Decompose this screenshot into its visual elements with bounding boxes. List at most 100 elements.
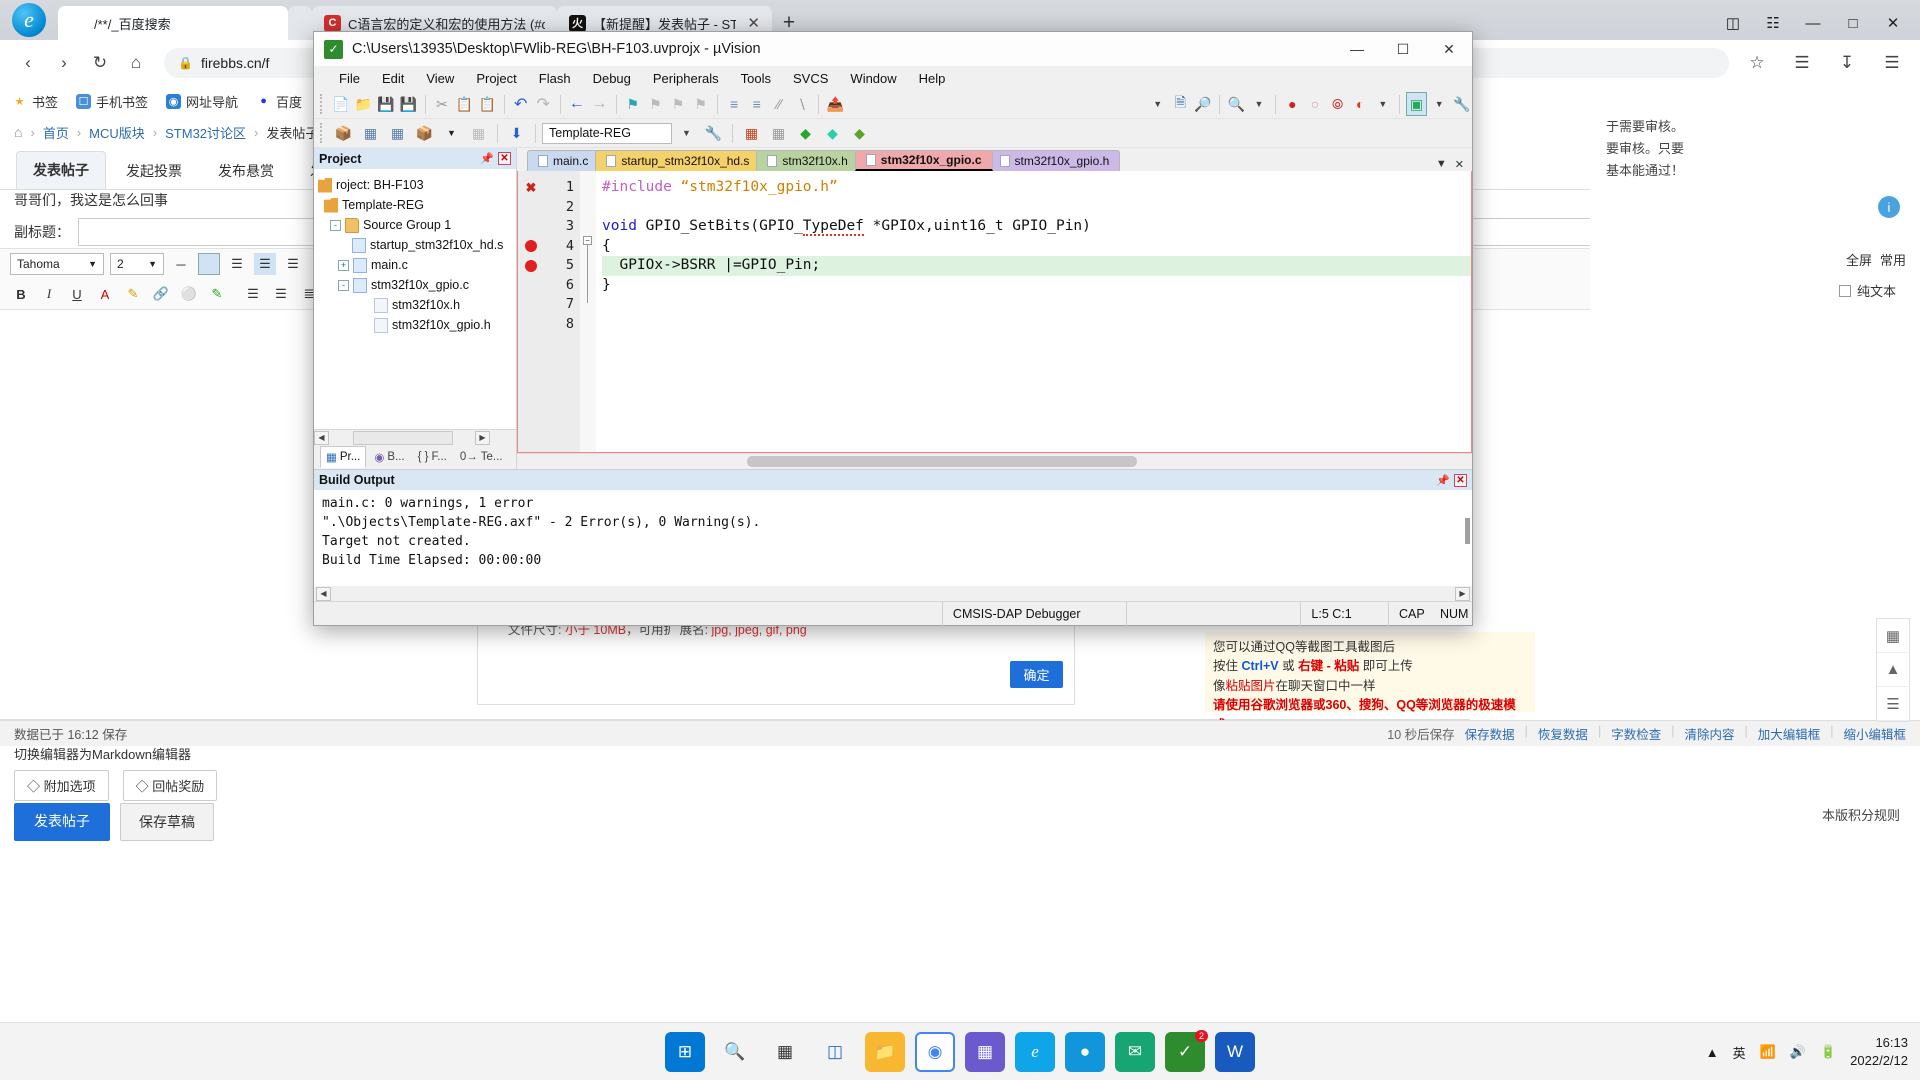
plaintext-checkbox[interactable]: 纯文本 xyxy=(1838,281,1896,300)
scroll-left-icon[interactable]: ◀ xyxy=(316,586,331,601)
split-screen-icon[interactable]: ◫ xyxy=(1720,14,1746,32)
tree-item-startup[interactable]: startup_stm32f10x_hd.s xyxy=(316,235,516,255)
breadcrumb-item-2[interactable]: STM32讨论区 xyxy=(165,123,246,142)
menu-window[interactable]: Window xyxy=(839,71,907,86)
dropdown-icon[interactable]: ▼ xyxy=(1147,92,1168,116)
reload-icon[interactable]: ↻ xyxy=(84,47,116,79)
func-icon[interactable]: ◆ xyxy=(820,121,845,145)
size-select[interactable]: 2 ▼ xyxy=(110,253,164,275)
breakpoint-marker[interactable] xyxy=(518,256,544,276)
breadcrumb-item-0[interactable]: 首页 xyxy=(43,123,69,142)
tab-post[interactable]: 发表帖子 xyxy=(16,151,106,189)
scroll-thumb[interactable] xyxy=(747,456,1137,467)
toolbar-grip[interactable] xyxy=(320,94,324,114)
save-draft-button[interactable]: 保存草稿 xyxy=(120,803,214,841)
confirm-button[interactable]: 确定 xyxy=(1010,661,1063,688)
copy-icon[interactable]: 📋 xyxy=(454,92,475,116)
breakpoint-all-icon[interactable]: ◐ xyxy=(1350,92,1371,116)
browser-tab-0[interactable]: ● /**/_百度搜索 xyxy=(58,6,288,40)
breakpoint-marker[interactable] xyxy=(518,237,544,257)
menu-file[interactable]: File xyxy=(328,71,371,86)
tree-item-gpio-h[interactable]: stm32f10x_gpio.h xyxy=(316,315,516,335)
stop-build-icon[interactable]: ▦ xyxy=(466,121,491,145)
home-icon[interactable]: ⌂ xyxy=(120,47,152,79)
editor-tab-startup[interactable]: startup_stm32f10x_hd.s xyxy=(595,150,761,171)
bookmark-item-3[interactable]: ● 百度 xyxy=(256,92,302,111)
bookmark-item-2[interactable]: ◉ 网址导航 xyxy=(166,92,238,111)
window-close-button[interactable]: ✕ xyxy=(1880,14,1906,32)
breadcrumb-item-1[interactable]: MCU版块 xyxy=(89,123,145,142)
tree-toggle[interactable]: - xyxy=(330,219,341,231)
target-options-icon[interactable]: 🔧 xyxy=(701,121,726,145)
indent-icon[interactable]: ☰ xyxy=(242,283,264,305)
build-hscrollbar[interactable]: ◀ ▶ xyxy=(314,586,1472,601)
window-layout-icon[interactable]: ▣ xyxy=(1405,92,1427,116)
tree-toggle[interactable]: - xyxy=(338,279,349,291)
post-title-value[interactable]: 哥哥们，我这是怎么回事 xyxy=(14,190,168,210)
tree-item-target[interactable]: Template-REG xyxy=(316,195,516,215)
bookmark-item-0[interactable]: ★ 书签 xyxy=(12,92,58,111)
rebuild-icon[interactable]: ▦ xyxy=(358,121,383,145)
info-icon[interactable]: i xyxy=(1878,196,1900,218)
underline-button[interactable]: U xyxy=(66,283,88,305)
extra-options-chip[interactable]: ◇ 附加选项 xyxy=(14,770,109,801)
align-center-icon[interactable]: ☰ xyxy=(254,253,276,275)
bookmark-icon[interactable]: ⚑ xyxy=(622,92,643,116)
file-explorer-button[interactable]: 📁 xyxy=(865,1032,905,1072)
shrink-editor-link[interactable]: 缩小编辑框 xyxy=(1843,724,1906,743)
find-icon[interactable]: 🔍 xyxy=(1226,92,1247,116)
align-left-icon[interactable]: ☰ xyxy=(226,253,248,275)
tab-reward[interactable]: 发布悬赏 xyxy=(202,153,290,189)
scroll-right-icon[interactable]: ▶ xyxy=(1455,586,1470,601)
breakpoint-disable-icon[interactable]: ○ xyxy=(1305,92,1326,116)
menu-edit[interactable]: Edit xyxy=(371,71,415,86)
window-minimize-button[interactable]: — xyxy=(1800,15,1826,32)
qr-icon[interactable]: ▦ xyxy=(1877,619,1909,653)
config-icon[interactable]: 🗎 xyxy=(1170,92,1191,116)
build-output-content[interactable]: main.c: 0 warnings, 1 error ".\Objects\T… xyxy=(314,490,1472,586)
tree-item-gpio-c[interactable]: - stm32f10x_gpio.c xyxy=(316,275,516,295)
menu-peripherals[interactable]: Peripherals xyxy=(642,71,730,86)
hr-icon[interactable]: ─ xyxy=(170,253,192,275)
qq-button[interactable]: ● xyxy=(1065,1032,1105,1072)
text-color-button[interactable]: A xyxy=(94,283,116,305)
fullscreen-toggle[interactable]: 全屏 xyxy=(1846,250,1872,269)
tab-templates[interactable]: 0→ Te... xyxy=(455,448,508,466)
settings-icon[interactable]: 🔧 xyxy=(1452,92,1473,116)
common-toggle[interactable]: 常用 xyxy=(1880,250,1906,269)
comment-icon[interactable]: ∕∕ xyxy=(769,92,790,116)
wifi-icon[interactable]: 📶 xyxy=(1760,1044,1776,1060)
scroll-left-icon[interactable]: ◀ xyxy=(314,430,329,445)
insert-file-icon[interactable]: 📤 xyxy=(825,92,846,116)
load-icon[interactable]: ⬇ xyxy=(504,121,529,145)
edge-button[interactable]: e xyxy=(1015,1032,1055,1072)
find-combo[interactable] xyxy=(847,93,1146,115)
code-editor[interactable]: ✖ 1 2 3 4 5 6 7 8 − #include “stm32f10x_… xyxy=(517,171,1472,453)
tab-project[interactable]: ▦ Pr... xyxy=(320,446,367,468)
download-icon[interactable]: ↧ xyxy=(1831,47,1863,79)
store-button[interactable]: ▦ xyxy=(965,1032,1005,1072)
paste-icon[interactable]: 📋 xyxy=(477,92,498,116)
editor-hscrollbar[interactable] xyxy=(517,453,1472,469)
uvision-maximize-button[interactable]: ☐ xyxy=(1380,32,1426,66)
home-icon[interactable]: ⌂ xyxy=(14,124,22,140)
tree-item-main-c[interactable]: + main.c xyxy=(316,255,516,275)
highlight-icon[interactable]: ✎ xyxy=(122,283,144,305)
bookmark-prev-icon[interactable]: ⚑ xyxy=(645,92,666,116)
outdent-icon[interactable]: ≡ xyxy=(746,92,767,116)
editor-code-content[interactable]: #include “stm32f10x_gpio.h” void GPIO_Se… xyxy=(596,171,1471,452)
reply-reward-chip[interactable]: ◇ 回帖奖励 xyxy=(122,770,218,801)
target-select[interactable]: Template-REG xyxy=(542,122,672,144)
search-button[interactable]: 🔍 xyxy=(715,1032,755,1072)
new-file-icon[interactable]: 📄 xyxy=(330,92,351,116)
translate-icon[interactable]: 📦 xyxy=(412,121,437,145)
forum-rules-link[interactable]: 本版积分规则 xyxy=(1822,805,1900,824)
window-maximize-button[interactable]: □ xyxy=(1840,15,1866,32)
fold-toggle[interactable]: − xyxy=(583,236,592,245)
collections-icon[interactable]: ☷ xyxy=(1760,14,1786,32)
tab-vote[interactable]: 发起投票 xyxy=(110,153,198,189)
bookmarks-icon[interactable]: ▼ xyxy=(1373,92,1394,116)
clear-content-link[interactable]: 清除内容 xyxy=(1684,724,1734,743)
editor-fold-gutter[interactable]: − xyxy=(580,171,596,452)
uvision-minimize-button[interactable]: — xyxy=(1334,32,1380,66)
